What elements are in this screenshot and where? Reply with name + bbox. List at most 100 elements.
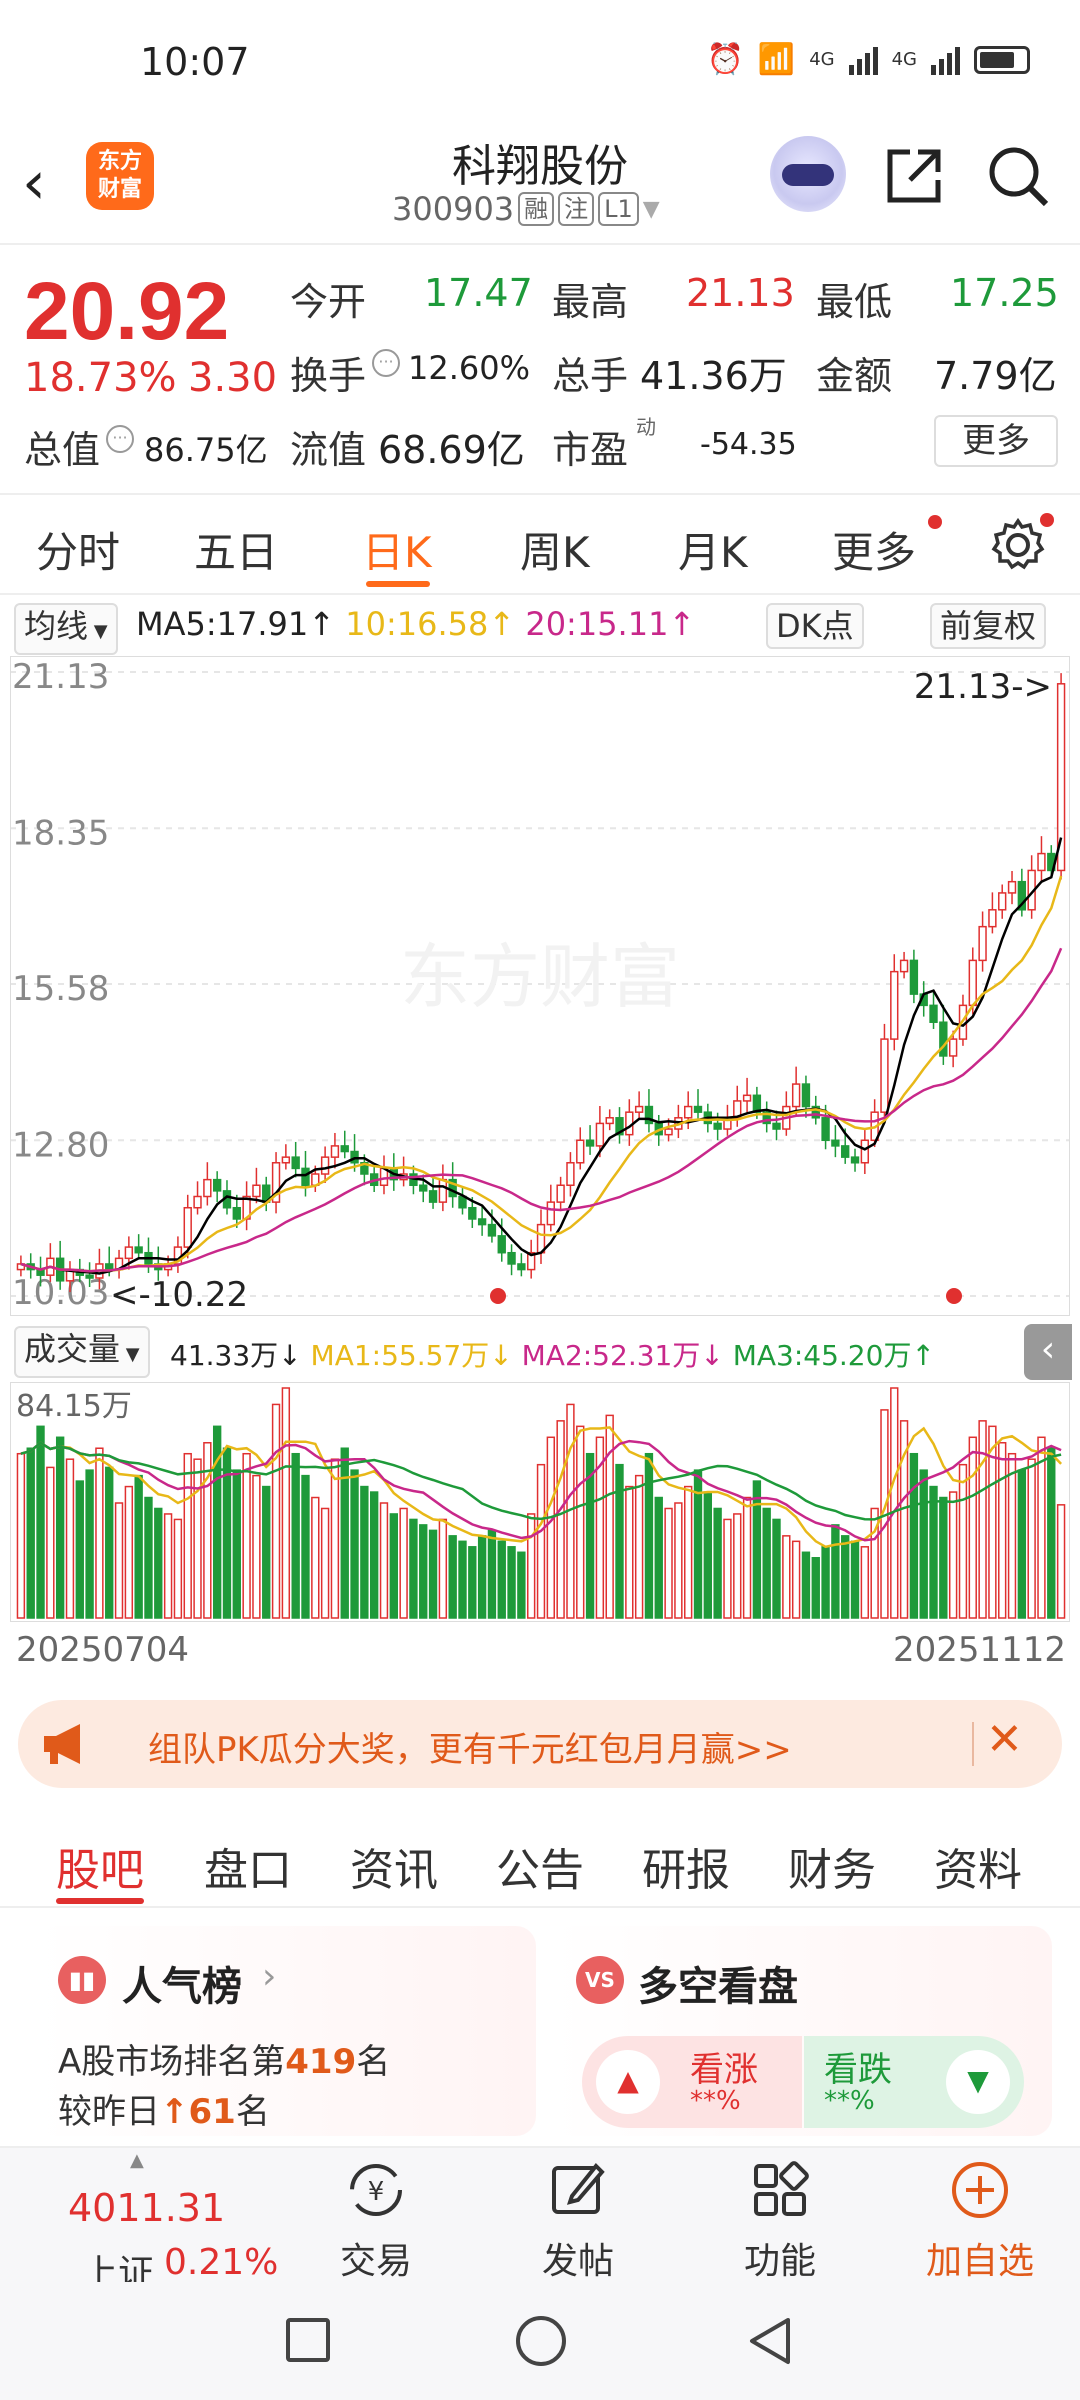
volume-bar [183,1452,192,1619]
volume-indicator-select[interactable]: 成交量 ▼ [14,1326,150,1378]
volume-chart[interactable]: 84.15万 [10,1382,1070,1622]
tab-daily-k[interactable]: 日K [362,519,432,580]
nav-functions[interactable]: 功能 [710,2158,850,2284]
network-type-2: 4G [891,49,917,70]
tab-research[interactable]: 研报 [642,1834,730,1898]
ma5-value: MA5:17.91↑ [136,605,336,643]
nav-trade[interactable]: ¥ 交易 [306,2158,446,2284]
volume-bar [605,1414,614,1619]
volume-bar [330,1458,340,1619]
mktcap-value: 86.75亿 [144,431,268,469]
wifi-icon: 📶 [757,42,796,77]
volume-bar [615,1463,624,1619]
candle-body [546,1201,555,1226]
volume-bar [252,1474,261,1619]
vote-rise-button[interactable]: ▲ 看涨 **% [582,2036,802,2128]
candle-body [821,1117,830,1142]
volume-bar [831,1524,840,1619]
change-percent: 18.73% [24,355,177,401]
tab-announcements[interactable]: 公告 [496,1834,584,1898]
info-icon[interactable]: ··· [372,349,400,377]
volume-bar [369,1491,379,1619]
low-value: 17.25 [950,271,1059,315]
back-nav-icon[interactable] [744,2314,794,2368]
volume-bar [1037,1436,1046,1619]
candle-body [742,1094,752,1102]
edit-icon [552,2163,605,2214]
volume-bar [654,1496,663,1619]
vote-fall-button[interactable]: 看跌 **% ▼ [804,2036,1024,2128]
recent-apps-icon[interactable] [286,2318,330,2362]
index-percent: 0.21% [164,2242,279,2283]
tab-5day[interactable]: 五日 [194,519,278,580]
volume-bar [419,1524,428,1619]
stock-code-row[interactable]: 300903 融 注 L1 ▼ [392,190,660,228]
dk-point-button[interactable]: DK点 [766,603,864,649]
kline-chart[interactable]: 东方财富 21.1318.3515.5812.8010.03 21.13-> <… [10,656,1070,1316]
volume-bar [46,1466,55,1619]
volume-bar [497,1540,506,1619]
promo-banner[interactable]: 组队PK瓜分大奖，更有千元红包月月赢>> ✕ [18,1700,1062,1788]
candle-body [419,1184,428,1192]
high-label: 最高 [552,280,629,324]
volume-bar [909,1452,919,1619]
home-icon[interactable] [516,2316,566,2366]
volume-bar [723,1518,732,1619]
tab-news[interactable]: 资讯 [350,1834,438,1898]
plus-circle-icon [952,2162,1008,2218]
vol-ma1: MA1:55.57万↓ [310,1339,513,1372]
popularity-card[interactable]: ▮▮ 人气榜 › A股市场排名第419名 较昨日↑61名 [36,1926,536,2136]
share-icon[interactable] [882,144,946,208]
volume-bar [438,1518,448,1619]
candle-body [320,1156,330,1175]
nav-post[interactable]: 发帖 [508,2158,648,2284]
network-type: 4G [809,49,835,70]
candle-body [517,1263,526,1271]
candle-body [291,1156,300,1170]
candle-body [1007,880,1017,894]
volume-bar [389,1513,398,1619]
close-icon[interactable]: ✕ [986,1714,1023,1765]
tab-profile[interactable]: 资料 [934,1834,1022,1898]
volume-bar [154,1507,163,1619]
nav-add-watchlist[interactable]: 加自选 [910,2158,1050,2284]
candle-body [232,1206,241,1220]
volume-bar [634,1474,644,1619]
low-marker: <-10.22 [110,1275,248,1315]
tab-finance[interactable]: 财务 [788,1834,876,1898]
volume-bar [1027,1458,1036,1619]
info-icon-2[interactable]: ··· [106,425,134,453]
active-info-tab-underline [56,1898,144,1904]
pe-value: -54.35 [700,427,797,462]
collapse-panel-button[interactable]: ‹ [1024,1324,1072,1380]
candle-body [831,1139,840,1147]
tab-forum[interactable]: 股吧 [56,1834,144,1898]
tab-orderbook[interactable]: 盘口 [204,1834,292,1898]
tab-weekly-k[interactable]: 周K [520,519,590,580]
assistant-robot-icon[interactable] [770,136,846,212]
tab-monthly-k[interactable]: 月K [678,519,748,580]
candle-body [134,1246,143,1254]
volume-bar [919,1469,928,1619]
nav-post-label: 发帖 [541,2241,614,2282]
candle-body [899,959,909,973]
candle-body [998,892,1007,911]
quote-panel: 20.92 18.73% 3.30 今开 17.47 最高 21.13 最低 1… [0,245,1080,495]
ranking-chart-icon: ▮▮ [58,1956,106,2004]
high-value: 21.13 [686,271,795,315]
volume-bar [193,1458,202,1619]
settings-gear-icon[interactable] [990,517,1046,573]
level-tag: L1 [598,192,639,226]
search-icon[interactable] [984,142,1052,210]
more-quote-button[interactable]: 更多 [934,415,1058,467]
banner-divider [972,1722,974,1766]
volume-bar [428,1529,438,1619]
indicator-select[interactable]: 均线 ▼ [14,603,118,655]
volume-bar [301,1474,310,1619]
tab-intraday[interactable]: 分时 [36,519,120,580]
float-label: 流值 [290,428,367,472]
candle-body [693,1105,703,1113]
caret-up-icon: ▲ [130,2150,144,2171]
tab-more[interactable]: 更多 [832,519,916,580]
adjust-button[interactable]: 前复权 [930,603,1047,649]
